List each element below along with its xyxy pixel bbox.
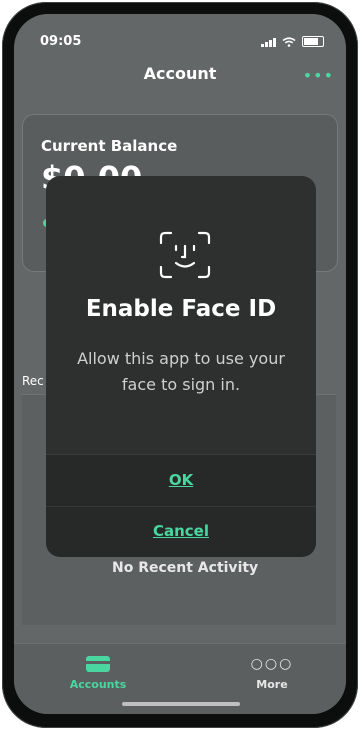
wifi-icon <box>282 36 296 47</box>
screen: 09:05 Account ••• Current Balance $0.00 <box>14 14 346 714</box>
status-icons <box>261 36 324 47</box>
nav-accounts-label: Accounts <box>69 678 127 691</box>
battery-icon <box>302 36 324 47</box>
face-id-icon <box>159 231 211 279</box>
more-dots-icon[interactable]: ••• <box>303 66 334 85</box>
signal-icon <box>261 37 276 47</box>
phone-frame: 09:05 Account ••• Current Balance $0.00 <box>2 2 358 728</box>
app-header: Account ••• <box>14 60 346 90</box>
status-bar: 09:05 <box>14 14 346 52</box>
page-title: Account <box>143 64 217 83</box>
nav-accounts[interactable]: Accounts <box>58 656 138 691</box>
bottom-nav: Accounts ○○○ More <box>14 643 346 714</box>
status-time: 09:05 <box>40 34 82 49</box>
nav-more[interactable]: ○○○ More <box>232 656 312 691</box>
card-icon <box>86 656 110 672</box>
nav-more-label: More <box>256 678 288 691</box>
dots-icon: ○○○ <box>250 656 294 672</box>
no-activity-text: No Recent Activity <box>112 560 259 576</box>
actions-divider <box>46 506 316 507</box>
cancel-button[interactable]: Cancel <box>46 522 316 540</box>
face-id-dialog: Enable Face ID Allow this app to use you… <box>46 176 316 557</box>
dialog-actions: OK Cancel <box>46 454 316 557</box>
dialog-title: Enable Face ID <box>85 296 277 322</box>
balance-title: Current Balance <box>41 137 178 155</box>
dialog-message: Allow this app to use your face to sign … <box>77 349 285 394</box>
recent-activity-label: Rec <box>22 374 44 388</box>
ok-button[interactable]: OK <box>46 471 316 489</box>
home-indicator <box>122 702 240 706</box>
